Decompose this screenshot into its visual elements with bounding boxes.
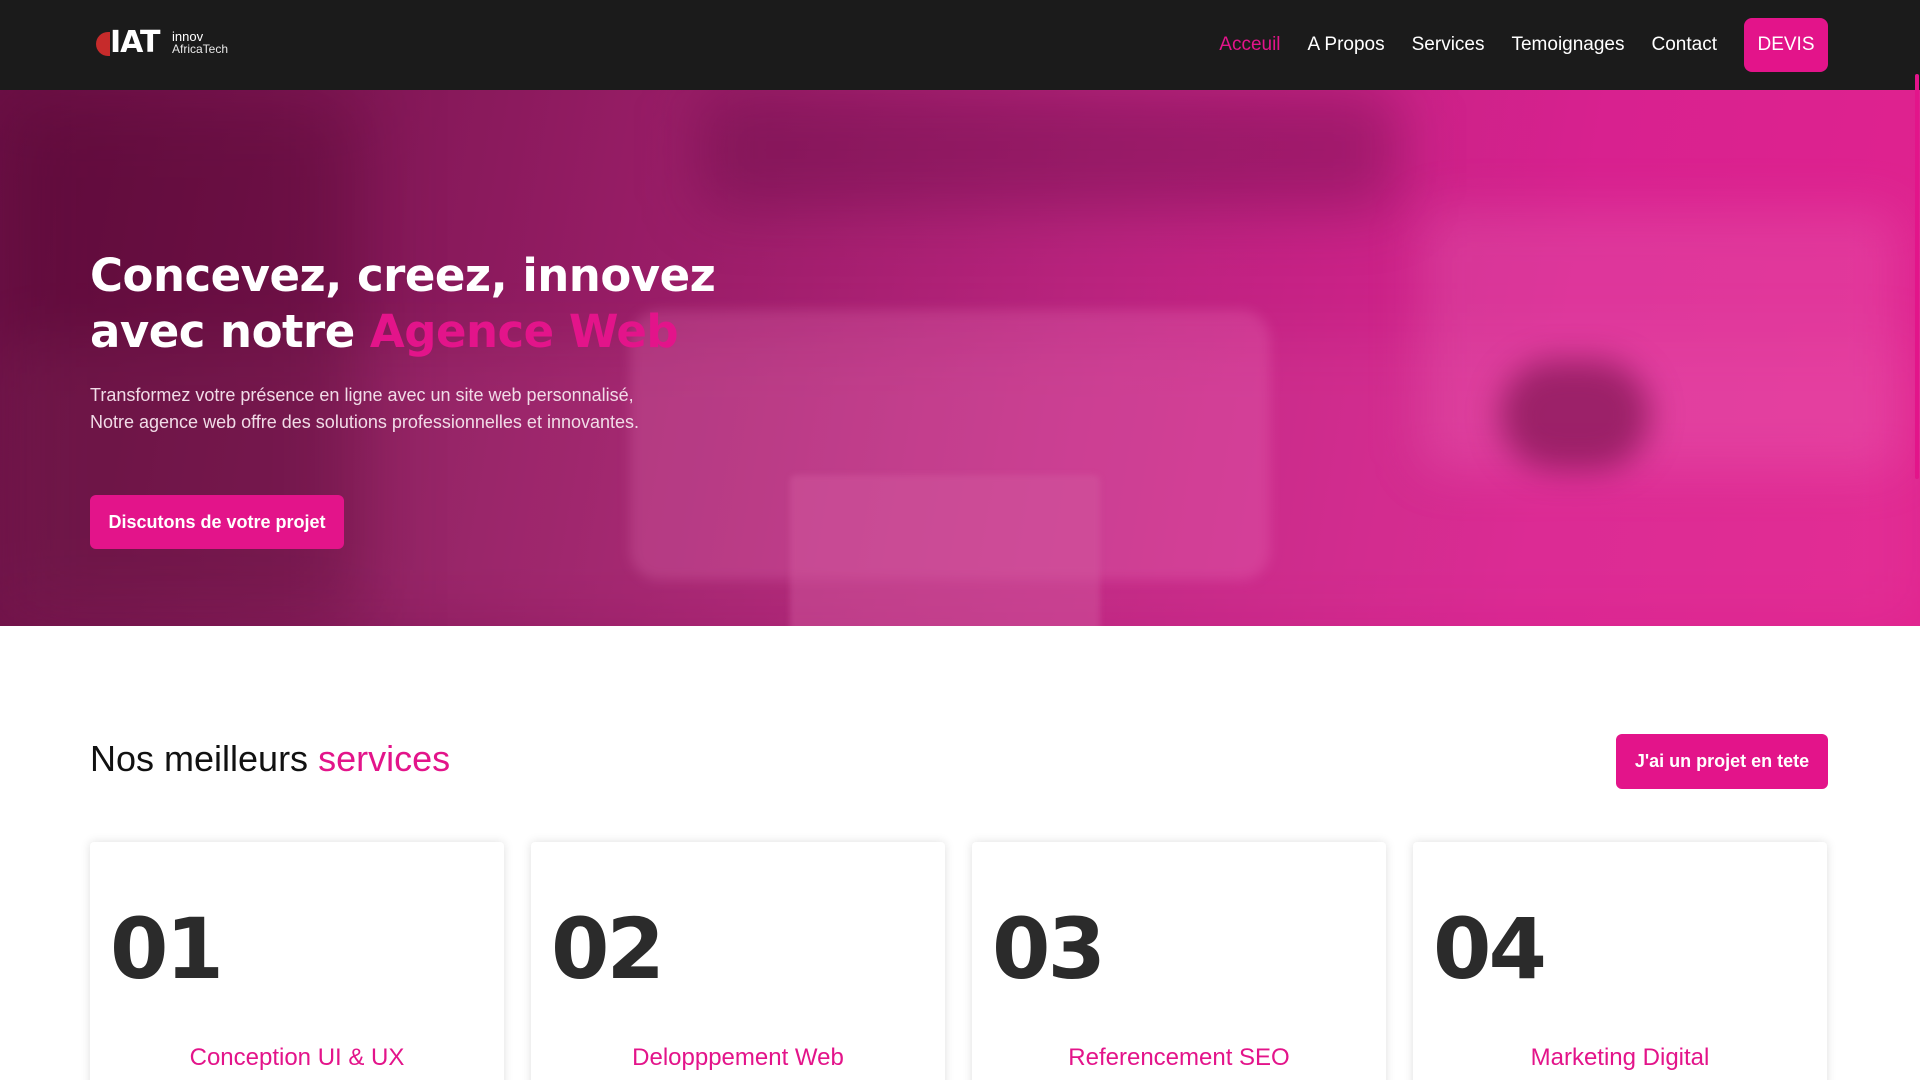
service-card-number: 04	[1433, 900, 1547, 998]
discuss-project-button[interactable]: Discutons de votre projet	[90, 495, 344, 549]
nav-item-services[interactable]: Services	[1412, 34, 1485, 56]
hero-title-line-1: Concevez, creez, innovez	[90, 249, 716, 302]
main-nav: Acceuil A Propos Services Temoignages Co…	[1192, 18, 1828, 72]
service-card-title: Delopppement Web	[632, 1044, 844, 1071]
service-card-web-dev[interactable]: 02 Delopppement Web	[531, 842, 945, 1080]
service-card-title: Marketing Digital	[1530, 1044, 1710, 1071]
service-card-ui-ux[interactable]: 01 Conception UI & UX	[90, 842, 504, 1080]
project-in-mind-button[interactable]: J'ai un projet en tete	[1616, 734, 1828, 789]
services-title-prefix: Nos meilleurs	[90, 738, 319, 779]
hero-subtitle: Transformez votre présence en ligne avec…	[90, 382, 639, 436]
services-title-accent: services	[318, 738, 451, 779]
hero-title-line-2-prefix: avec notre	[90, 305, 370, 358]
logo-half-circle	[96, 32, 110, 56]
hero-subtitle-line-2: Notre agence web offre des solutions pro…	[90, 412, 640, 432]
service-card-number: 02	[551, 900, 665, 998]
hero-title-accent: Agence Web	[369, 305, 679, 358]
nav-item-a-propos[interactable]: A Propos	[1308, 34, 1385, 56]
brand-logo[interactable]: IAT innov AfricaTech	[96, 24, 228, 62]
hero-title: Concevez, creez, innovez avec notre Agen…	[90, 248, 716, 360]
logo-line-2: AfricaTech	[172, 42, 229, 56]
service-card-number: 01	[110, 900, 224, 998]
nav-item-temoignages[interactable]: Temoignages	[1511, 34, 1624, 56]
service-card-seo[interactable]: 03 Referencement SEO	[972, 842, 1386, 1080]
page-scrollbar-thumb[interactable]	[1915, 74, 1919, 479]
nav-item-acceuil[interactable]: Acceuil	[1219, 34, 1280, 56]
nav-item-contact[interactable]: Contact	[1652, 34, 1717, 56]
hero-subtitle-line-1: Transformez votre présence en ligne avec…	[90, 385, 634, 405]
top-navbar: IAT innov AfricaTech Acceuil A Propos Se…	[0, 0, 1920, 90]
service-cards: 01 Conception UI & UX 02 Delopppement We…	[90, 842, 1830, 1080]
logo-wordmark: innov AfricaTech	[172, 30, 228, 56]
devis-button[interactable]: DEVIS	[1744, 18, 1828, 72]
service-card-title: Conception UI & UX	[189, 1044, 405, 1071]
hero-banner: Concevez, creez, innovez avec notre Agen…	[0, 90, 1920, 626]
logo-mark-icon: IAT	[96, 24, 164, 62]
service-card-title: Referencement SEO	[1068, 1044, 1290, 1071]
services-section-title: Nos meilleurs services	[90, 738, 450, 780]
service-card-marketing[interactable]: 04 Marketing Digital	[1413, 842, 1827, 1080]
logo-mark-text: IAT	[110, 25, 161, 60]
service-card-number: 03	[992, 900, 1106, 998]
